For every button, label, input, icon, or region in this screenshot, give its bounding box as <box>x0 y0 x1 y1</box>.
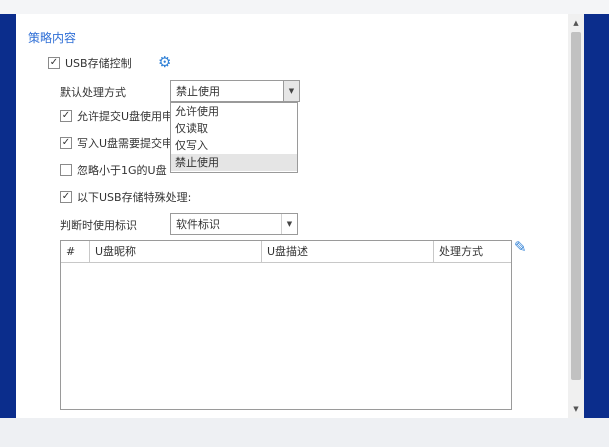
scroll-down-icon[interactable]: ▼ <box>568 402 584 416</box>
default-action-select[interactable]: 禁止使用 ▼ <box>170 80 300 102</box>
option-row: ✓ 写入U盘需要提交申 <box>60 135 173 151</box>
right-frame-bar <box>584 14 609 418</box>
column-header-action[interactable]: 处理方式 <box>434 241 511 263</box>
option-label: 写入U盘需要提交申 <box>77 137 174 150</box>
policy-content-panel: 策略内容 ✓ USB存储控制 ⚙ 默认处理方式 禁止使用 ▼ 允许使用 仅读取 … <box>16 14 568 418</box>
dropdown-option-write-only[interactable]: 仅写入 <box>171 137 297 154</box>
option-checkbox[interactable]: ✓ <box>60 191 72 203</box>
option-label: 以下USB存储特殊处理: <box>77 191 192 204</box>
usb-control-row: ✓ USB存储控制 <box>48 55 132 71</box>
option-label: 忽略小于1G的U盘 <box>77 164 167 177</box>
option-checkbox[interactable] <box>60 164 72 176</box>
bottom-strip <box>0 418 609 447</box>
usb-control-checkbox[interactable]: ✓ <box>48 57 60 69</box>
column-header-index[interactable]: # <box>61 241 90 263</box>
usb-control-label: USB存储控制 <box>65 57 132 70</box>
vertical-scrollbar[interactable]: ▲ ▼ <box>568 14 584 418</box>
identifier-value: 软件标识 <box>176 218 220 231</box>
scroll-thumb[interactable] <box>571 32 581 380</box>
pencil-icon[interactable]: ✎ <box>514 240 527 255</box>
default-action-value: 禁止使用 <box>176 85 220 98</box>
dropdown-option-read-only[interactable]: 仅读取 <box>171 120 297 137</box>
section-title: 策略内容 <box>28 31 77 45</box>
column-header-description[interactable]: U盘描述 <box>262 241 434 263</box>
default-action-label: 默认处理方式 <box>60 86 126 99</box>
option-row: ✓ 允许提交U盘使用申 <box>60 108 173 124</box>
option-label: 允许提交U盘使用申 <box>77 110 174 123</box>
column-header-nickname[interactable]: U盘昵称 <box>90 241 262 263</box>
top-strip <box>0 0 609 14</box>
option-checkbox[interactable]: ✓ <box>60 110 72 122</box>
dropdown-option-allow[interactable]: 允许使用 <box>171 103 297 120</box>
chevron-down-icon[interactable]: ▼ <box>281 214 297 234</box>
chevron-down-icon[interactable]: ▼ <box>283 81 299 101</box>
option-row: 忽略小于1G的U盘 <box>60 162 167 178</box>
gear-icon[interactable]: ⚙ <box>158 55 171 70</box>
option-row: ✓ 以下USB存储特殊处理: <box>60 189 191 205</box>
left-frame-bar <box>0 14 16 418</box>
dropdown-option-forbid[interactable]: 禁止使用 <box>171 154 297 171</box>
usb-device-table: # U盘昵称 U盘描述 处理方式 <box>60 240 512 410</box>
identifier-select[interactable]: 软件标识 ▼ <box>170 213 298 235</box>
identifier-label: 判断时使用标识 <box>60 219 137 232</box>
scroll-up-icon[interactable]: ▲ <box>568 16 584 30</box>
default-action-dropdown: 允许使用 仅读取 仅写入 禁止使用 <box>170 102 298 173</box>
option-checkbox[interactable]: ✓ <box>60 137 72 149</box>
table-header: # U盘昵称 U盘描述 处理方式 <box>61 241 511 263</box>
